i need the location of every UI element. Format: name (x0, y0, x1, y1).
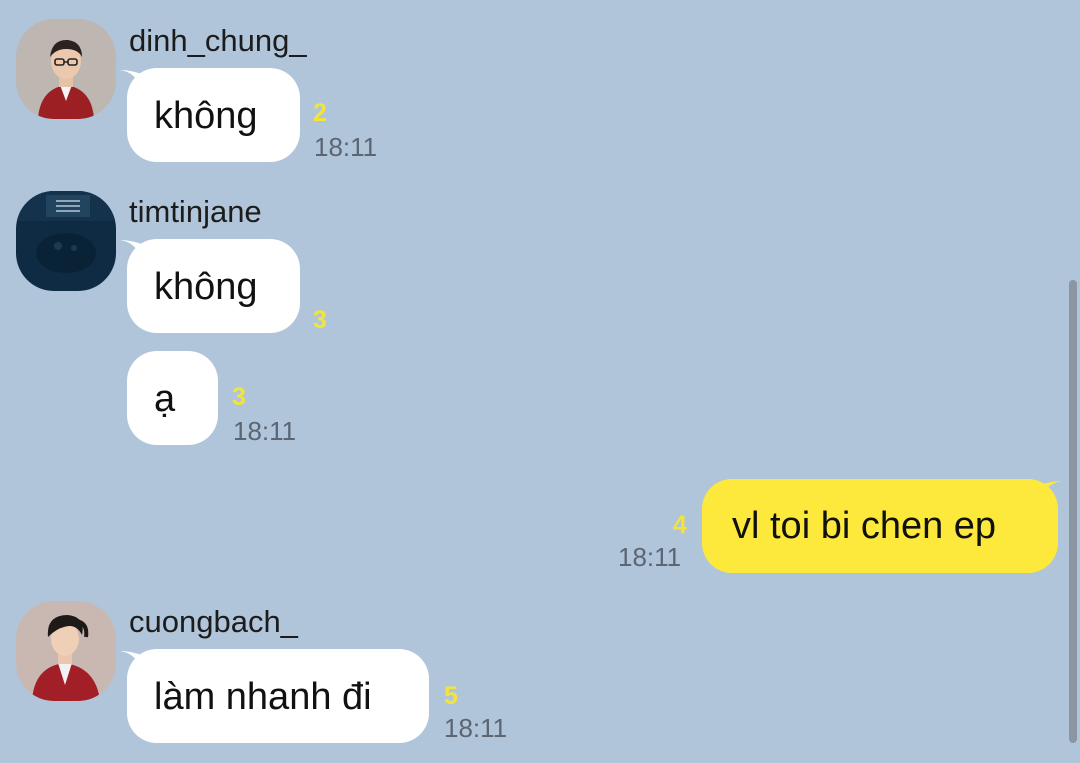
sender-name: cuongbach_ (129, 604, 298, 639)
unread-count: 3 (313, 306, 327, 334)
message-text: vl toi bi chen ep (732, 505, 997, 547)
unread-count: 2 (313, 99, 327, 127)
message-time: 18:11 (233, 416, 297, 446)
message-time: 18:11 (314, 132, 378, 162)
message-bubble[interactable]: ạ (127, 351, 218, 445)
message-text: làm nhanh đi (154, 676, 372, 718)
message-text: không (154, 95, 258, 137)
unread-count: 5 (444, 682, 458, 710)
message-bubble[interactable]: làm nhanh đi (127, 649, 429, 743)
message-bubble[interactable]: không (127, 68, 300, 162)
message-time: 18:11 (444, 713, 508, 743)
avatar-dinh-chung[interactable] (16, 19, 116, 119)
bubble-tail (1040, 481, 1062, 501)
unread-count: 4 (673, 511, 687, 539)
scrollbar[interactable] (1069, 280, 1077, 743)
unread-count: 3 (232, 383, 246, 411)
message-text: ạ (154, 378, 176, 420)
message-bubble-outgoing[interactable]: vl toi bi chen ep (702, 479, 1058, 573)
chat-message-list[interactable]: dinh_chung_ không 2 18:11 timtinjane khô… (0, 0, 1080, 763)
message-text: không (154, 266, 258, 308)
avatar-cuongbach[interactable] (16, 601, 116, 701)
sender-name: timtinjane (129, 194, 262, 229)
man-portrait-red-jacket-avatar (16, 601, 116, 701)
dark-blue-scene-avatar (16, 191, 116, 291)
message-time: 18:11 (618, 542, 682, 572)
sender-name: dinh_chung_ (129, 23, 307, 58)
message-bubble[interactable]: không (127, 239, 300, 333)
man-portrait-red-jacket-glasses-avatar (16, 19, 116, 119)
avatar-timtinjane[interactable] (16, 191, 116, 291)
